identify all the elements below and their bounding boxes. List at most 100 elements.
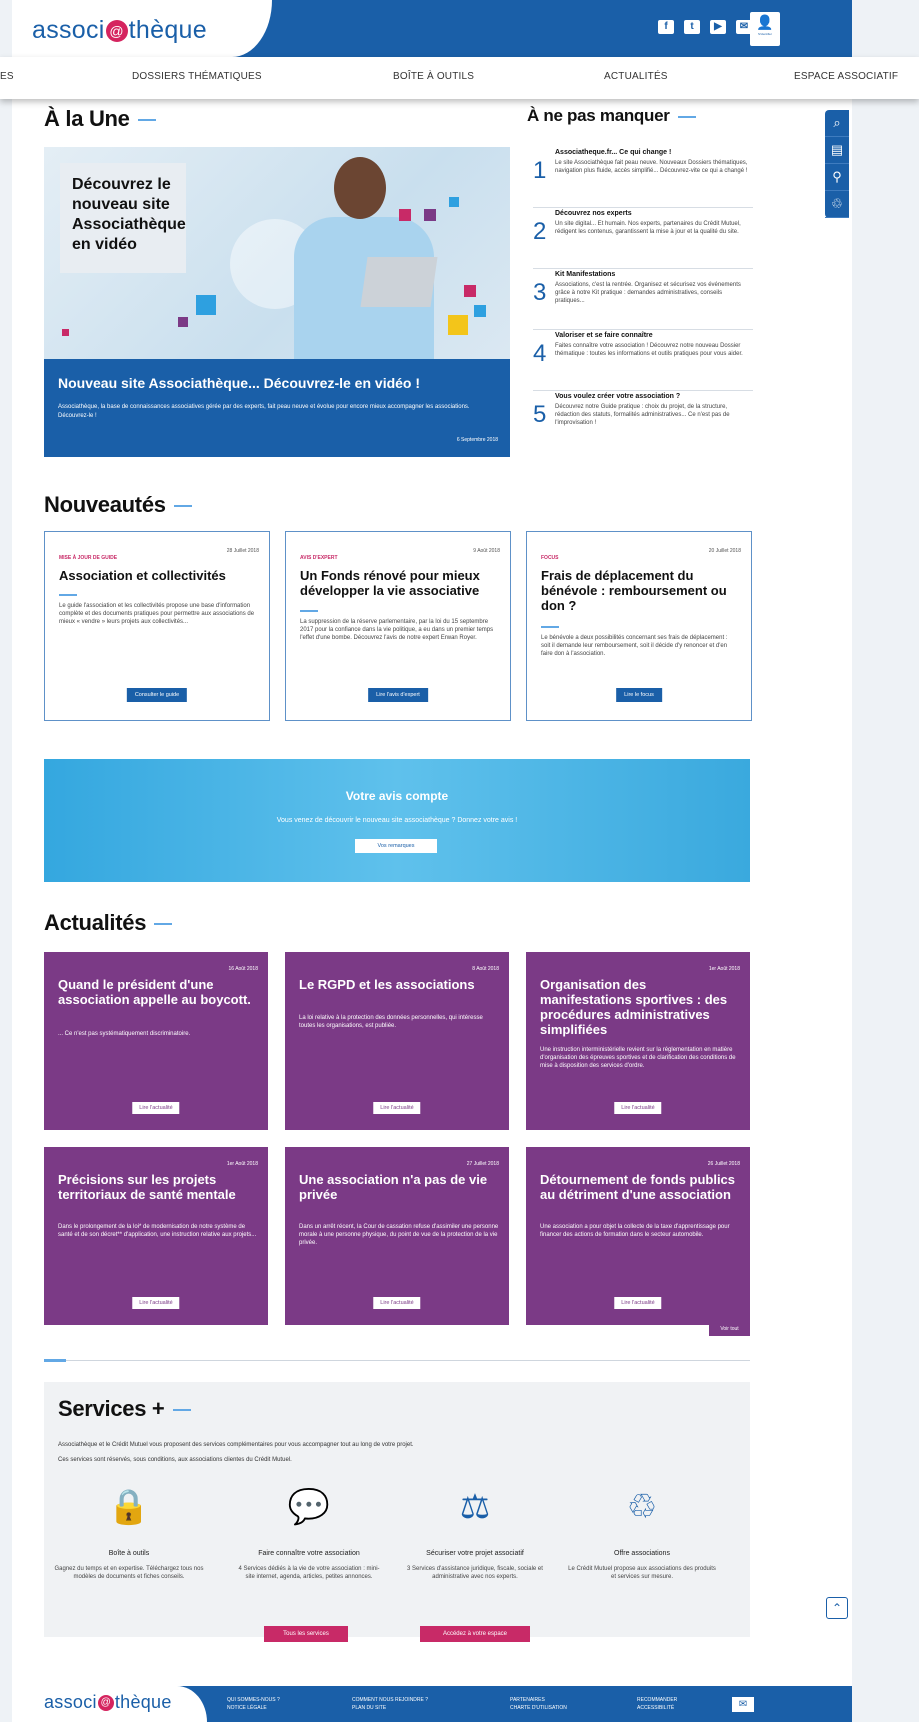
news-article-card[interactable]: 16 Août 2018 Quand le président d'une as…: [44, 952, 268, 1130]
news-card[interactable]: 20 Juillet 2018 FOCUS Frais de déplaceme…: [526, 531, 752, 721]
login-button[interactable]: 👤 S'identifier: [750, 12, 780, 46]
footer-link[interactable]: COMMENT NOUS REJOINDRE ?: [352, 1696, 428, 1704]
footer-link[interactable]: QUI SOMMES-NOUS ?: [227, 1696, 280, 1704]
news-text: Le guide l'association et les collectivi…: [59, 603, 255, 625]
nav-item-dossiers[interactable]: DOSSIERS THÉMATIQUES: [132, 71, 262, 82]
read-article-button[interactable]: Lire l'actualité: [373, 1102, 421, 1114]
list-item[interactable]: 1 Associatheque.fr... Ce qui change ! Le s…: [533, 147, 753, 208]
footer-links-col: PARTENAIRES CHARTE D'UTILISATION: [510, 1696, 567, 1712]
article-date: 1er Août 2018: [708, 966, 740, 972]
access-space-button[interactable]: Accédez à votre espace: [420, 1626, 530, 1642]
article-date: 8 Août 2018: [472, 966, 499, 972]
une-title: À la Une: [44, 106, 156, 132]
news-heading: Un Fonds rénové pour mieux développer la…: [300, 568, 480, 598]
news-article-card[interactable]: 8 Août 2018 Le RGPD et les associations …: [285, 952, 509, 1130]
footer-links-col: RECOMMANDER ACCESSIBILITÉ: [637, 1696, 677, 1712]
person-illustration: [274, 147, 438, 359]
service-text: Gagnez du temps et en expertise. Télécha…: [54, 1566, 204, 1580]
read-article-button[interactable]: Lire l'actualité: [373, 1297, 421, 1309]
news-article-card[interactable]: 26 Juillet 2018 Détournement de fonds pu…: [526, 1147, 750, 1325]
service-item[interactable]: ⚖ Sécuriser votre projet associatif 3 Se…: [400, 1482, 550, 1581]
item-desc: Un site digital... Et humain. Nos expert…: [555, 221, 741, 235]
footer-link[interactable]: PARTENAIRES: [510, 1696, 567, 1704]
main-nav: ES DOSSIERS THÉMATIQUES BOÎTE À OUTILS A…: [0, 57, 919, 99]
news-article-card[interactable]: 1er Août 2018 Organisation des manifesta…: [526, 952, 750, 1130]
article-heading: Détournement de fonds publics au détrime…: [540, 1172, 736, 1202]
item-number: 3: [533, 279, 547, 306]
facebook-icon[interactable]: f: [658, 20, 674, 34]
news-article-card[interactable]: 27 Juillet 2018 Une association n'a pas …: [285, 1147, 509, 1325]
read-article-button[interactable]: Lire l'actualité: [614, 1297, 662, 1309]
article-date: 1er Août 2018: [226, 1161, 258, 1167]
scroll-top-button[interactable]: ⌃: [826, 1597, 848, 1619]
news-date: 9 Août 2018: [473, 548, 500, 554]
twitter-icon[interactable]: t: [684, 20, 700, 34]
list-item[interactable]: 3 Kit Manifestations Associations, c'est l…: [533, 269, 753, 330]
decor-square: [474, 305, 486, 317]
document-icon[interactable]: ▤: [825, 137, 849, 164]
read-article-button[interactable]: Lire l'actualité: [132, 1102, 180, 1114]
site-header: associ @ thèque f t ▶ ✉ 👤 S'identifier: [12, 0, 852, 57]
news-button[interactable]: Lire l'avis d'expert: [368, 688, 428, 702]
decor-square: [399, 209, 411, 221]
nav-item-outils[interactable]: BOÎTE À OUTILS: [393, 71, 474, 82]
news-category: FOCUS: [541, 555, 559, 561]
list-item[interactable]: 4 Valoriser et se faire connaître Faites c…: [533, 330, 753, 391]
help-icon[interactable]: ⚲: [825, 164, 849, 191]
hero-caption-title[interactable]: Nouveau site Associathèque... Découvrez-…: [58, 375, 420, 391]
logo-container[interactable]: associ @ thèque: [12, 0, 272, 57]
scale-icon: ⚖: [459, 1488, 491, 1526]
hero-overlay-box: Découvrez le nouveau site Associathèque …: [60, 163, 186, 273]
footer-link[interactable]: CHARTE D'UTILISATION: [510, 1704, 567, 1712]
footer-link[interactable]: PLAN DU SITE: [352, 1704, 428, 1712]
item-desc: Découvrez notre Guide pratique : choix d…: [555, 404, 730, 426]
all-services-button[interactable]: Tous les services: [264, 1626, 348, 1642]
search-icon[interactable]: ⌕: [825, 110, 849, 137]
decor-square: [448, 315, 468, 335]
news-button[interactable]: Consulter le guide: [126, 688, 188, 702]
heading-underline: [541, 626, 559, 628]
service-item[interactable]: ♲ Offre associations Le Crédit Mutuel pr…: [567, 1482, 717, 1581]
site-logo[interactable]: associ @ thèque: [32, 16, 207, 45]
service-title: Faire connaître votre association: [258, 1550, 360, 1557]
see-all-button[interactable]: Voir tout: [709, 1322, 750, 1336]
footer-mail-icon[interactable]: ✉: [732, 1697, 754, 1712]
decor-square: [464, 285, 476, 297]
nav-item-partial[interactable]: ES: [0, 71, 14, 82]
footer-logo-container[interactable]: associ @ thèque: [12, 1686, 207, 1722]
youtube-icon[interactable]: ▶: [710, 20, 726, 34]
list-item[interactable]: 2 Découvrez nos experts Un site digital...…: [533, 208, 753, 269]
news-title: Nouveautés: [44, 492, 192, 518]
recycle-icon[interactable]: ♲: [825, 191, 849, 218]
hero-image[interactable]: Découvrez le nouveau site Associathèque …: [44, 147, 510, 359]
read-article-button[interactable]: Lire l'actualité: [132, 1297, 180, 1309]
chat-icon: 💬: [287, 1488, 331, 1526]
news-card[interactable]: 9 Août 2018 AVIS D'EXPERT Un Fonds rénov…: [285, 531, 511, 721]
footer-link[interactable]: ACCESSIBILITÉ: [637, 1704, 677, 1712]
nav-item-espace[interactable]: ESPACE ASSOCIATIF: [794, 71, 898, 82]
news-card[interactable]: 28 Juillet 2018 MISE À JOUR DE GUIDE Ass…: [44, 531, 270, 721]
services-intro-line: Associathèque et le Crédit Mutuel vous p…: [58, 1442, 414, 1448]
list-item[interactable]: 5 Vous voulez créer votre association ? Dé…: [533, 391, 753, 451]
read-article-button[interactable]: Lire l'actualité: [614, 1102, 662, 1114]
hero-card[interactable]: Découvrez le nouveau site Associathèque …: [44, 147, 510, 457]
service-item[interactable]: 💬 Faire connaître votre association 4 Se…: [234, 1482, 384, 1581]
article-heading: Le RGPD et les associations: [299, 977, 475, 992]
logo-text-pre: associ: [44, 1692, 97, 1712]
nav-item-actualites[interactable]: ACTUALITÉS: [604, 71, 668, 82]
article-text: Dans le prolongement de la loi* de moder…: [58, 1224, 257, 1238]
feedback-button[interactable]: Vos remarques: [355, 839, 437, 853]
article-date: 16 Août 2018: [228, 966, 258, 972]
bag-icon: 🔒: [107, 1488, 151, 1526]
logo-text-post: thèque: [114, 1692, 172, 1712]
decor-square: [62, 329, 69, 336]
footer-logo[interactable]: associ @ thèque: [44, 1692, 172, 1713]
footer-link[interactable]: RECOMMANDER: [637, 1696, 677, 1704]
item-title: Découvrez nos experts: [555, 210, 632, 217]
logo-text-post: thèque: [128, 16, 207, 44]
news-button[interactable]: Lire le focus: [616, 688, 662, 702]
service-item[interactable]: 🔒 Boîte à outils Gagnez du temps et en e…: [54, 1482, 204, 1581]
banner-text: Vous venez de découvrir le nouveau site …: [276, 817, 518, 824]
news-article-card[interactable]: 1er Août 2018 Précisions sur les projets…: [44, 1147, 268, 1325]
footer-link[interactable]: NOTICE LÉGALE: [227, 1704, 280, 1712]
